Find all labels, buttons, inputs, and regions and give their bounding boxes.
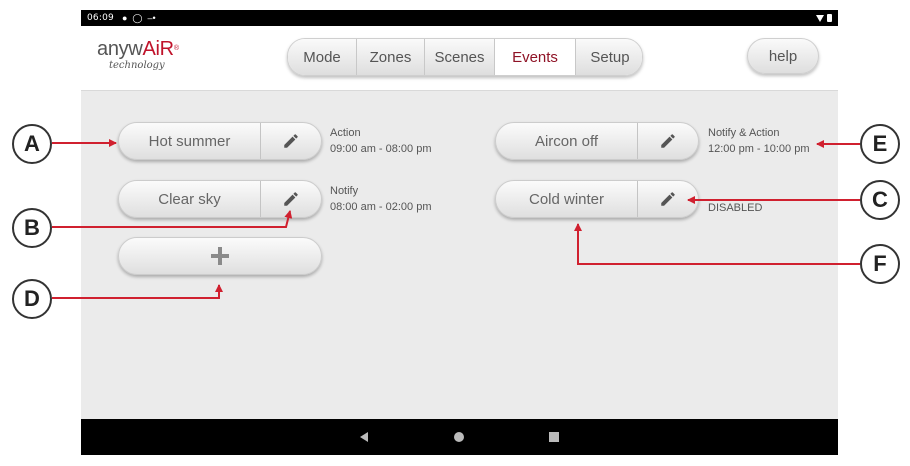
status-right — [816, 14, 832, 22]
tab-mode[interactable]: Mode — [288, 39, 357, 75]
callout-d: D — [12, 279, 52, 319]
callout-f: F — [860, 244, 900, 284]
status-time: 06:09 — [87, 13, 114, 23]
event-info: DISABLED — [708, 200, 762, 216]
cast-icon: –• — [147, 12, 156, 23]
logo-mark: ® — [173, 45, 179, 52]
event-type: Notify — [330, 185, 359, 197]
main-tabs: Mode Zones Scenes Events Setup — [287, 38, 643, 76]
edit-event-button[interactable] — [637, 181, 698, 217]
event-aircon-off: Aircon off — [495, 122, 699, 160]
add-event-button[interactable] — [118, 237, 322, 275]
event-cold-winter: Cold winter — [495, 180, 699, 218]
tab-zones[interactable]: Zones — [357, 39, 425, 75]
callout-c: C — [860, 180, 900, 220]
tab-scenes[interactable]: Scenes — [425, 39, 495, 75]
notification-icon: ● — [121, 12, 128, 23]
status-bar: 06:09 ● ◯ –• — [81, 10, 838, 26]
event-clear-sky: Clear sky — [118, 180, 322, 218]
event-info: Notify & Action 12:00 pm - 10:00 pm — [708, 125, 810, 157]
tab-setup[interactable]: Setup — [576, 39, 642, 75]
callout-b: B — [12, 208, 52, 248]
tab-events[interactable]: Events — [495, 39, 576, 75]
event-type: Notify & Action — [708, 127, 780, 139]
wifi-icon — [816, 14, 824, 22]
event-type: Action — [330, 127, 361, 139]
event-status: DISABLED — [708, 202, 763, 214]
events-panel: Hot summer Action 09:00 am - 08:00 pm Cl… — [81, 91, 838, 419]
logo-accent: AiR — [142, 38, 175, 60]
back-icon[interactable] — [358, 431, 370, 443]
anywair-logo: anywAiR® technology — [97, 38, 207, 71]
pencil-icon — [284, 192, 298, 206]
help-button[interactable]: help — [747, 38, 819, 74]
edit-event-button[interactable] — [260, 181, 321, 217]
callout-a: A — [12, 124, 52, 164]
alarm-icon: ◯ — [132, 12, 143, 23]
edit-event-button[interactable] — [637, 123, 698, 159]
pencil-icon — [661, 192, 675, 206]
event-name-button[interactable]: Hot summer — [119, 123, 260, 159]
recents-icon[interactable] — [548, 431, 560, 443]
event-info: Notify 08:00 am - 02:00 pm — [330, 183, 432, 215]
edit-event-button[interactable] — [260, 123, 321, 159]
logo-text: anyw — [97, 38, 143, 60]
event-time: 12:00 pm - 10:00 pm — [708, 143, 810, 155]
status-icons: ● ◯ –• — [122, 13, 156, 24]
system-nav-bar — [81, 419, 838, 455]
pencil-icon — [661, 134, 675, 148]
logo-subtitle: technology — [109, 60, 165, 71]
callout-e: E — [860, 124, 900, 164]
event-name-button[interactable]: Aircon off — [496, 123, 637, 159]
event-name-button[interactable]: Cold winter — [496, 181, 637, 217]
event-name-button[interactable]: Clear sky — [119, 181, 260, 217]
event-hot-summer: Hot summer — [118, 122, 322, 160]
app-header: anywAiR® technology Mode Zones Scenes Ev… — [81, 26, 838, 91]
plus-icon — [211, 247, 229, 265]
event-info: Action 09:00 am - 08:00 pm — [330, 125, 432, 157]
event-time: 09:00 am - 08:00 pm — [330, 143, 432, 155]
event-time: 08:00 am - 02:00 pm — [330, 201, 432, 213]
pencil-icon — [284, 134, 298, 148]
battery-icon — [827, 14, 832, 22]
home-icon[interactable] — [453, 431, 465, 443]
